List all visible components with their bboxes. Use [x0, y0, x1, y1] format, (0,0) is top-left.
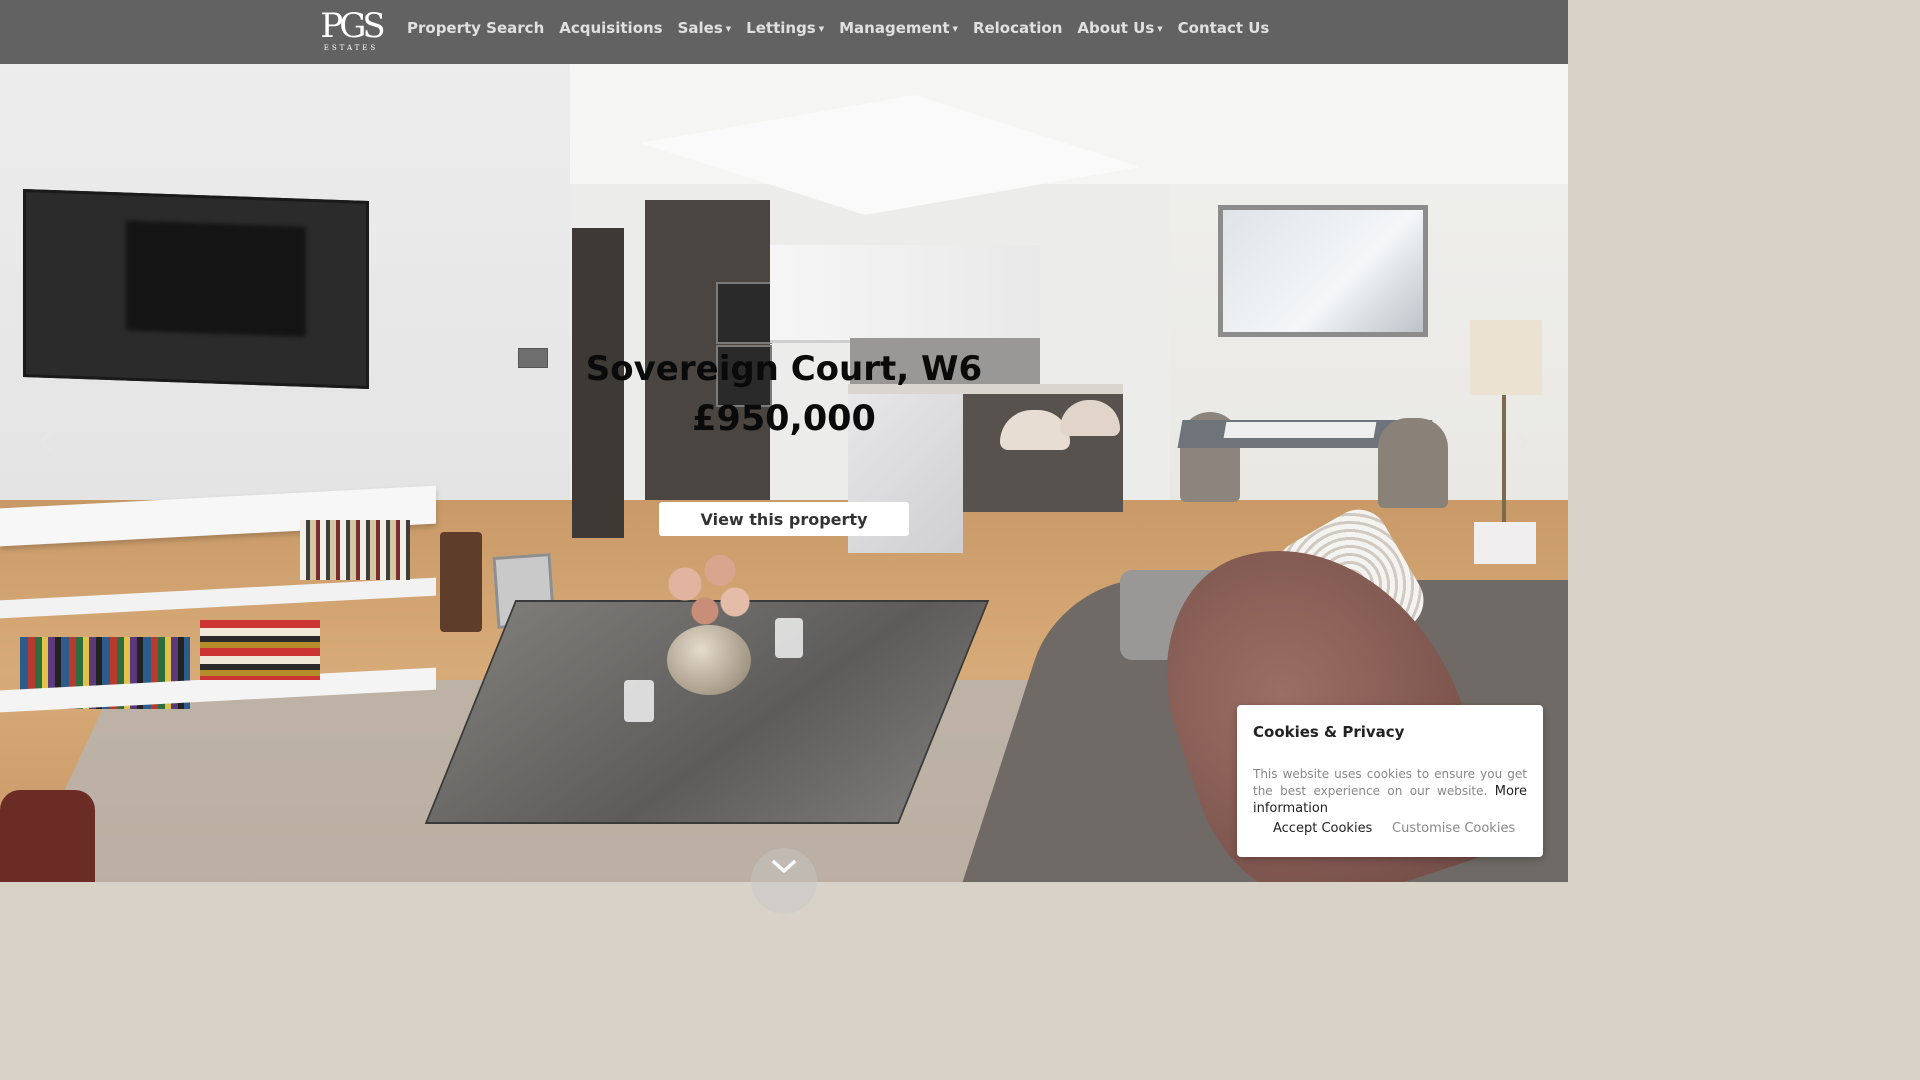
- scene-candle: [624, 680, 654, 722]
- scene-vase: [667, 625, 751, 695]
- scene-books: [300, 520, 410, 580]
- property-title: Sovereign Court, W6: [585, 349, 983, 389]
- site-logo[interactable]: PGS ESTATES: [318, 6, 385, 58]
- chevron-left-icon[interactable]: ‹: [26, 416, 66, 464]
- dropdown-caret-icon: ▼: [818, 25, 825, 33]
- scene-oven: [716, 282, 772, 344]
- scroll-down-button[interactable]: [751, 848, 817, 914]
- cookie-consent-panel: Cookies & Privacy This website uses cook…: [1237, 705, 1543, 857]
- scene-mirror: [1218, 205, 1428, 337]
- scene-books: [200, 620, 320, 680]
- nav-relocation[interactable]: Relocation: [973, 19, 1062, 37]
- scene-candle: [775, 618, 803, 658]
- nav-label: Contact Us: [1177, 19, 1270, 37]
- nav-management[interactable]: Management ▼: [839, 19, 958, 37]
- nav-contact-us[interactable]: Contact Us: [1178, 19, 1270, 37]
- cookie-description: This website uses cookies to ensure you …: [1253, 767, 1527, 798]
- nav-label: Management: [839, 19, 950, 37]
- nav-label: Sales: [677, 19, 723, 37]
- property-price: £950,000: [692, 399, 876, 439]
- top-navbar: PGS ESTATES Property Search Acquisitions…: [0, 0, 1568, 64]
- main-nav: Property Search Acquisitions Sales ▼ Lett…: [407, 0, 1269, 56]
- view-property-button[interactable]: View this property: [659, 502, 909, 536]
- chevron-right-icon[interactable]: ›: [1502, 416, 1542, 464]
- cookie-title: Cookies & Privacy: [1253, 723, 1405, 741]
- nav-label: About Us: [1077, 19, 1155, 37]
- chevron-down-icon: [772, 860, 796, 873]
- customise-cookies-button[interactable]: Customise Cookies: [1392, 821, 1515, 836]
- nav-sales[interactable]: Sales ▼: [678, 19, 732, 37]
- scene-chair: [0, 790, 95, 882]
- dropdown-caret-icon: ▼: [725, 25, 732, 33]
- scene-cabinets: [770, 245, 1040, 343]
- nav-label: Acquisitions: [559, 19, 663, 37]
- accept-cookies-button[interactable]: Accept Cookies: [1273, 821, 1372, 836]
- dropdown-caret-icon: ▼: [952, 25, 958, 33]
- scene-lamp: [1474, 522, 1536, 564]
- nav-label: Lettings: [746, 19, 816, 37]
- nav-about-us[interactable]: About Us ▼: [1077, 19, 1162, 37]
- scene-case: [440, 532, 482, 632]
- logo-subtitle: ESTATES: [323, 44, 379, 52]
- nav-label: Property Search: [407, 19, 545, 37]
- logo-mark: PGS: [320, 6, 385, 46]
- nav-property-search[interactable]: Property Search: [407, 19, 544, 37]
- nav-lettings[interactable]: Lettings ▼: [746, 19, 824, 37]
- cookie-text: This website uses cookies to ensure you …: [1253, 766, 1527, 817]
- dropdown-caret-icon: ▼: [1157, 25, 1163, 33]
- nav-label: Relocation: [972, 19, 1063, 37]
- nav-acquisitions[interactable]: Acquisitions: [559, 19, 662, 37]
